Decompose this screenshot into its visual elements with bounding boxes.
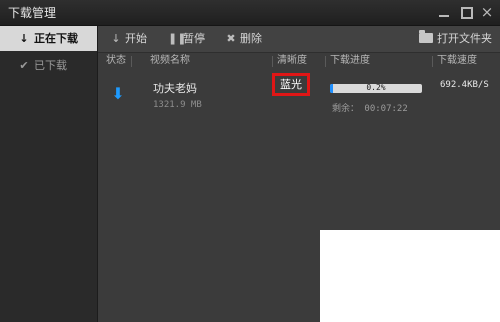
- progress-percent: 0.2%: [366, 83, 386, 92]
- header-name: 视频名称: [150, 55, 190, 66]
- sidebar-item-downloading[interactable]: ↓ 正在下载: [0, 26, 97, 51]
- minimize-icon[interactable]: [436, 4, 452, 20]
- header-speed: 下载速度: [437, 55, 477, 66]
- download-speed: 692.4KB/S: [440, 80, 489, 90]
- open-folder-label: 打开文件夹: [437, 32, 492, 45]
- window-title: 下载管理: [8, 6, 57, 20]
- video-name: 功夫老妈: [153, 82, 197, 95]
- pause-button[interactable]: ❚❚暂停: [168, 26, 205, 52]
- sidebar-item-label: 已下载: [34, 59, 67, 72]
- delete-button[interactable]: ✖ 删除: [225, 26, 262, 52]
- down-arrow-icon: ↓: [19, 32, 29, 45]
- delete-label: 删除: [240, 32, 262, 45]
- title-bar: 下载管理 ×: [0, 0, 500, 26]
- video-size: 1321.9 MB: [153, 100, 202, 110]
- download-manager-window: 下载管理 × ↓ 正在下载 ✔ 已下载 ↓ 开始 ❚❚暂停 ✖ 删除 打开文件夹 状…: [0, 0, 500, 322]
- header-divider: [131, 56, 132, 67]
- sidebar: ↓ 正在下载 ✔ 已下载: [0, 26, 98, 322]
- maximize-icon[interactable]: [458, 4, 474, 20]
- open-folder-button[interactable]: 打开文件夹: [419, 26, 492, 52]
- start-label: 开始: [125, 32, 147, 45]
- toolbar: ↓ 开始 ❚❚暂停 ✖ 删除 打开文件夹: [98, 26, 500, 53]
- quality-selector[interactable]: 蓝光: [272, 73, 310, 96]
- remaining-time: 剩余： 00:07:22: [332, 104, 408, 114]
- pause-label: 暂停: [183, 32, 205, 45]
- delete-x-icon: ✖: [226, 32, 236, 45]
- pause-icon: ❚❚: [168, 32, 187, 45]
- check-icon: ✔: [19, 59, 29, 72]
- header-divider: [325, 56, 326, 67]
- sidebar-item-label: 正在下载: [34, 32, 78, 45]
- header-progress: 下载进度: [330, 55, 370, 66]
- header-status: 状态: [106, 55, 126, 66]
- header-divider: [432, 56, 433, 67]
- start-button[interactable]: ↓ 开始: [110, 26, 147, 52]
- blank-area: [320, 230, 500, 322]
- header-divider: [272, 56, 273, 67]
- sidebar-item-downloaded[interactable]: ✔ 已下载: [0, 53, 97, 78]
- folder-icon: [419, 30, 433, 43]
- downloading-status-icon: ⬇: [111, 84, 125, 103]
- download-arrow-icon: ↓: [111, 32, 121, 45]
- header-quality: 清晰度: [277, 55, 307, 66]
- close-icon[interactable]: ×: [479, 4, 495, 20]
